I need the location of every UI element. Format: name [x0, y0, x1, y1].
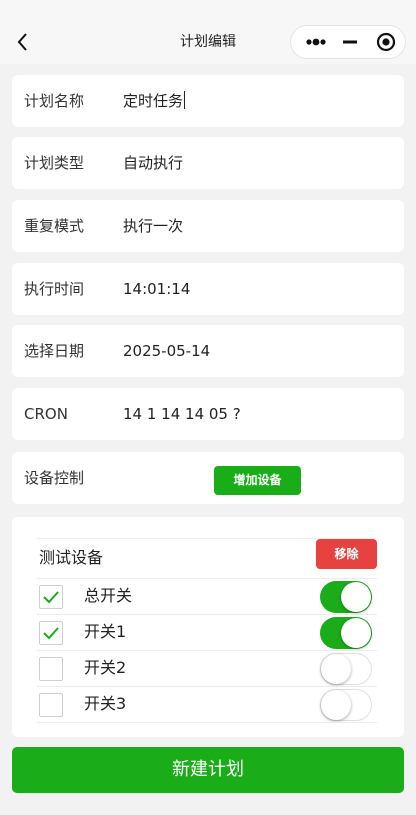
device-control-row: 设备控制 增加设备	[12, 452, 404, 504]
minimize-icon[interactable]	[335, 26, 365, 58]
switch-checkbox[interactable]	[39, 585, 63, 609]
switch-checkbox[interactable]	[39, 693, 63, 717]
switch-label: 总开关	[84, 586, 133, 605]
repeat-mode-row[interactable]: 重复模式 执行一次	[12, 200, 404, 252]
switch-toggle[interactable]	[320, 653, 372, 685]
switch-row: 开关2	[37, 651, 377, 687]
select-date-label: 选择日期	[24, 342, 85, 360]
cron-value: 14 1 14 14 05 ?	[123, 405, 241, 423]
plan-name-row[interactable]: 计划名称 定时任务	[12, 75, 404, 127]
date-picker[interactable]: 2025-05-14	[123, 325, 210, 377]
switch-toggle[interactable]	[320, 617, 372, 649]
switch-row: 开关1	[37, 615, 377, 651]
repeat-mode-label: 重复模式	[24, 217, 85, 235]
switch-checkbox[interactable]	[39, 621, 63, 645]
create-plan-button[interactable]: 新建计划	[12, 747, 404, 793]
switch-label: 开关2	[84, 658, 127, 677]
device-name: 测试设备	[39, 548, 104, 567]
plan-name-label: 计划名称	[24, 92, 85, 110]
plan-type-row[interactable]: 计划类型 自动执行	[12, 137, 404, 189]
add-device-button[interactable]: 增加设备	[214, 466, 301, 495]
switch-label: 开关1	[84, 622, 127, 641]
plan-type-select[interactable]: 自动执行	[123, 137, 183, 189]
select-date-row[interactable]: 选择日期 2025-05-14	[12, 325, 404, 377]
switch-row: 开关3	[37, 687, 377, 723]
record-close-icon[interactable]	[369, 26, 403, 58]
chevron-left-icon[interactable]	[14, 30, 32, 54]
capsule-menu	[290, 25, 406, 59]
switch-label: 开关3	[84, 694, 127, 713]
plan-type-label: 计划类型	[24, 154, 85, 172]
more-dots-icon[interactable]	[297, 26, 335, 58]
switch-row: 总开关	[37, 579, 377, 615]
cron-row: CRON 14 1 14 14 05 ?	[12, 388, 404, 440]
plan-name-input[interactable]: 定时任务	[123, 75, 186, 127]
divider	[37, 722, 377, 723]
device-control-label: 设备控制	[24, 469, 85, 487]
exec-time-row[interactable]: 执行时间 14:01:14	[12, 263, 404, 315]
exec-time-picker[interactable]: 14:01:14	[123, 263, 190, 315]
switch-checkbox[interactable]	[39, 657, 63, 681]
switch-toggle[interactable]	[320, 581, 372, 613]
device-card: 测试设备 移除 总开关 开关1 开关2 开关3	[12, 517, 404, 737]
cron-label: CRON	[24, 405, 68, 423]
switch-toggle[interactable]	[320, 689, 372, 721]
remove-device-button[interactable]: 移除	[316, 539, 377, 569]
repeat-mode-select[interactable]: 执行一次	[123, 200, 183, 252]
exec-time-label: 执行时间	[24, 280, 85, 298]
navbar: 计划编辑	[0, 0, 416, 64]
